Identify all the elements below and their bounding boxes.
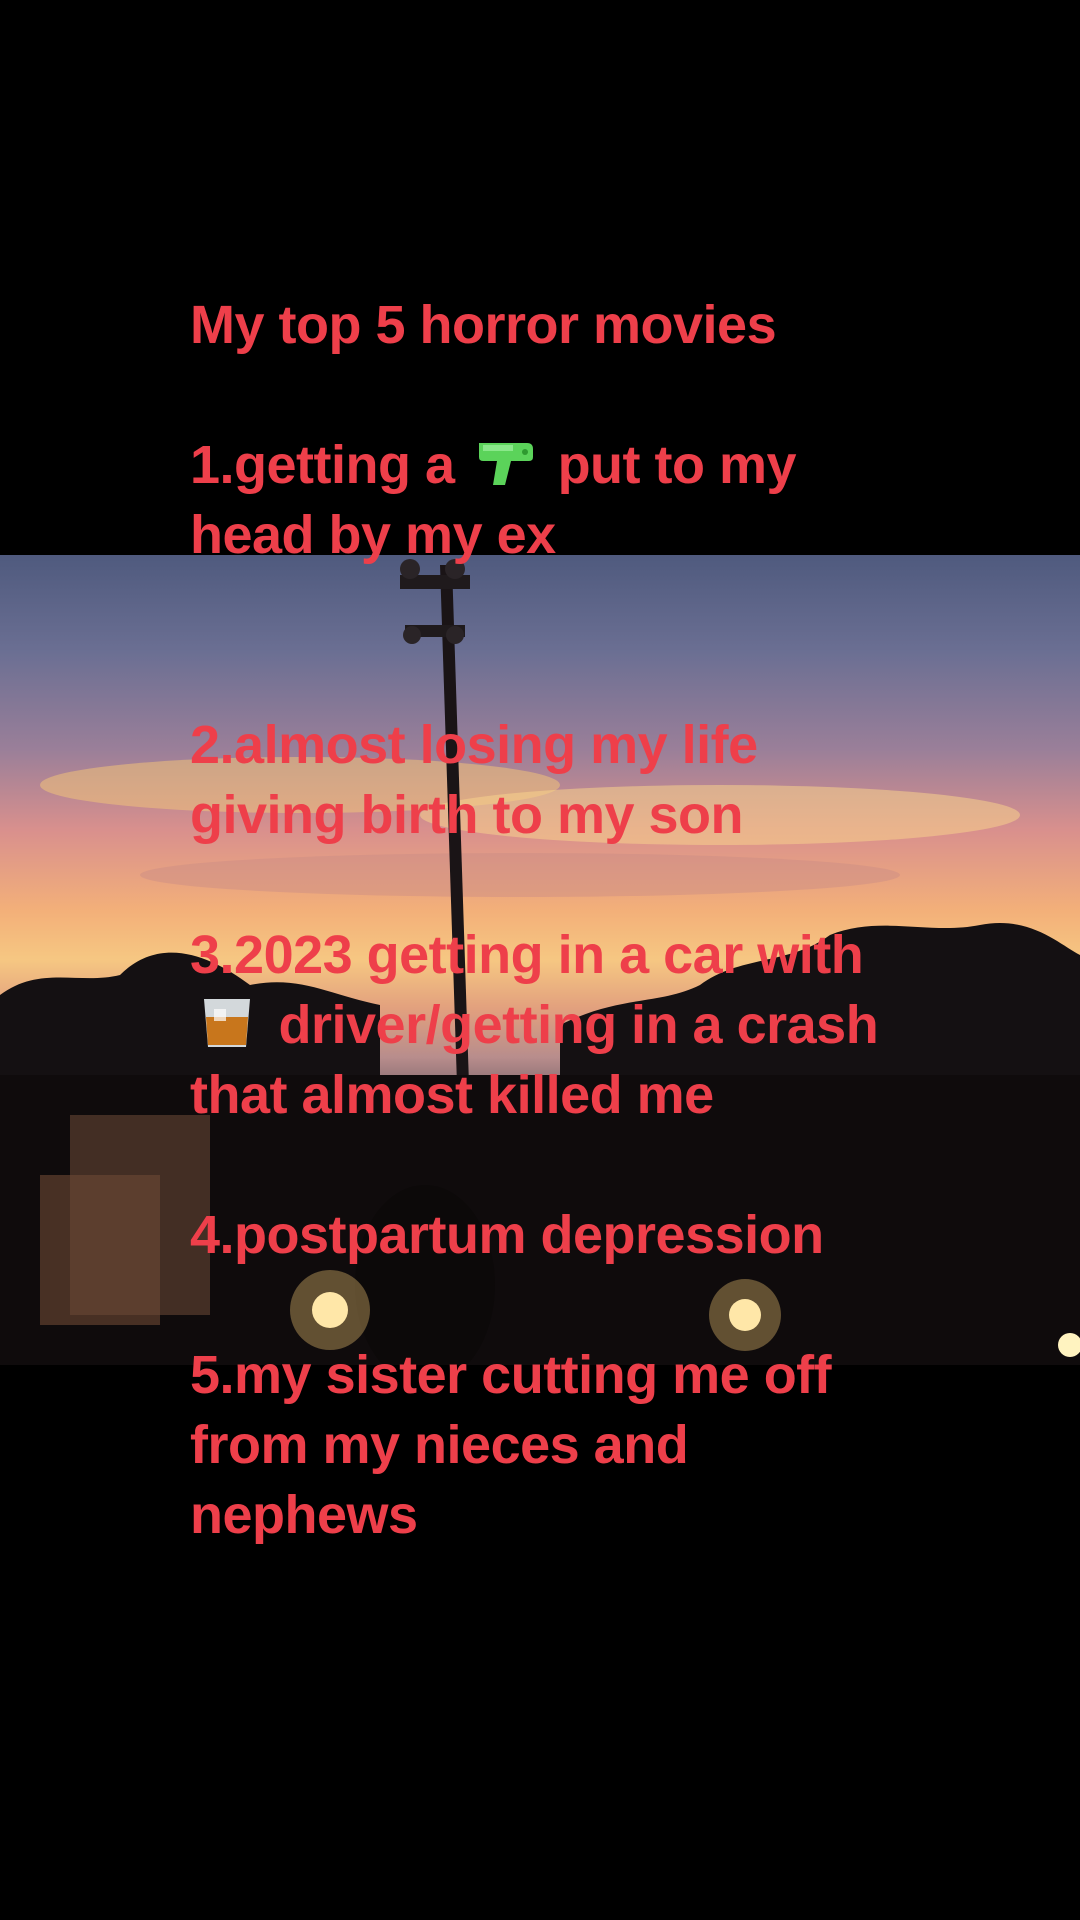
- overlay-text: My top 5 horror movies 1.getting a put t…: [190, 290, 890, 1620]
- list-item-4: 4.postpartum depression: [190, 1205, 824, 1265]
- list-item-2: 2.almost losing my life giving birth to …: [190, 715, 758, 845]
- tumbler-glass-icon: [196, 995, 258, 1051]
- blurred-region: [40, 1175, 160, 1325]
- caption-title: My top 5 horror movies: [190, 295, 777, 355]
- water-pistol-icon: [475, 435, 537, 491]
- list-item-5: 5.my sister cutting me off from my niece…: [190, 1345, 832, 1545]
- list-item-1-text-start: 1.getting a: [190, 435, 455, 495]
- list-item-1: 1.getting a put to my head by my ex: [190, 430, 890, 570]
- list-item-3-text-end: driver/getting in a crash that almost ki…: [190, 995, 879, 1125]
- list-item-3-text-start: 3.2023 getting in a car with: [190, 925, 864, 985]
- list-item-3: 3.2023 getting in a car with driver/gett…: [190, 920, 890, 1130]
